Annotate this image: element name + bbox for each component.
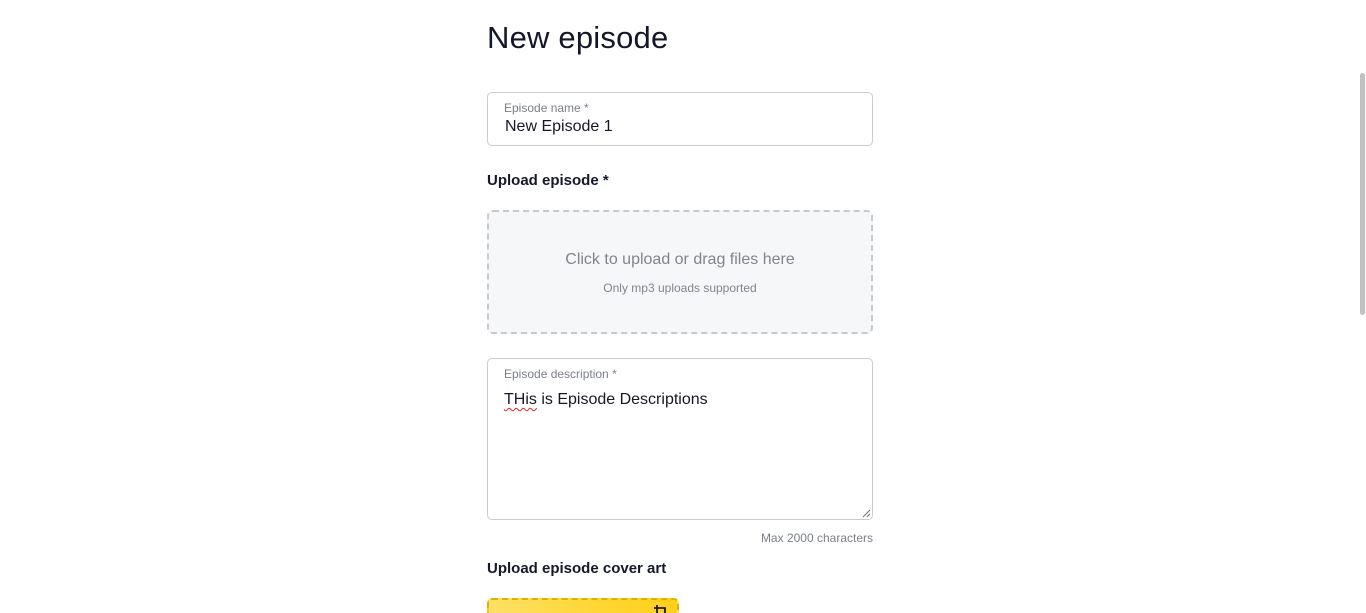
- page-scrollbar[interactable]: [1358, 0, 1366, 613]
- episode-name-input[interactable]: New Episode 1: [505, 118, 613, 136]
- crop-icon[interactable]: [653, 604, 669, 613]
- episode-description-field[interactable]: Episode description * THis is Episode De…: [487, 358, 873, 520]
- page-title: New episode: [487, 20, 669, 55]
- dropzone-hint: Only mp3 uploads supported: [603, 281, 757, 295]
- description-text: is Episode Descriptions: [536, 391, 708, 408]
- episode-upload-dropzone[interactable]: Click to upload or drag files here Only …: [487, 210, 873, 334]
- episode-description-label: Episode description *: [504, 367, 617, 381]
- page: New episode Episode name * New Episode 1…: [0, 0, 1366, 613]
- character-limit-hint: Max 2000 characters: [760, 531, 873, 545]
- dropzone-text: Click to upload or drag files here: [565, 251, 795, 268]
- episode-description-textarea[interactable]: THis is Episode Descriptions: [504, 391, 708, 409]
- upload-episode-label: Upload episode *: [487, 172, 609, 189]
- resize-handle-icon[interactable]: [862, 509, 871, 518]
- cover-art-upload[interactable]: [487, 598, 679, 613]
- episode-name-field[interactable]: Episode name * New Episode 1: [487, 92, 873, 146]
- scrollbar-thumb[interactable]: [1360, 73, 1365, 315]
- upload-cover-art-label: Upload episode cover art: [487, 560, 667, 577]
- misspelled-word: THis: [504, 391, 537, 408]
- episode-name-label: Episode name *: [504, 101, 589, 115]
